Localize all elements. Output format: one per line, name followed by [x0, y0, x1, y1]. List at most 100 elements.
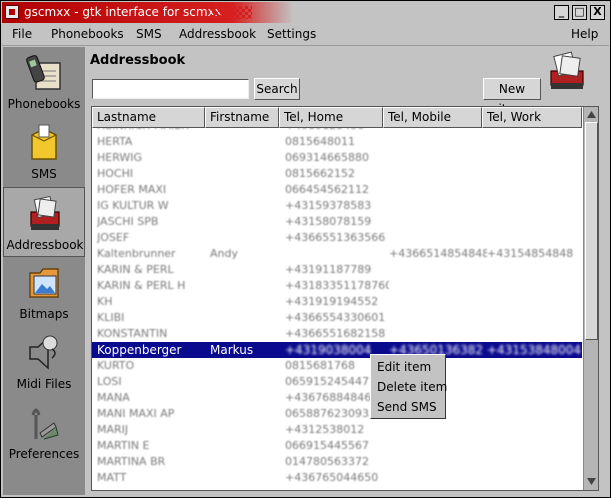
table-row[interactable]: MANI MAXI AP 065887623093 [92, 406, 582, 422]
table-row[interactable]: JASCHI SPB +43158078159 [92, 214, 582, 230]
titlebar-decoration [212, 6, 252, 19]
table-cell: 069314665880 [285, 151, 369, 164]
table-row[interactable]: KURTO 0815681768 [92, 358, 582, 374]
table-row[interactable]: MARTINA BR 014780563372 [92, 454, 582, 470]
table-cell: MARTIN E [97, 439, 150, 452]
sidebar-item-sms[interactable]: SMS [3, 117, 85, 187]
column-header-tel-home[interactable]: Tel, Home [279, 107, 383, 128]
column-header-firstname[interactable]: Firstname [205, 107, 279, 128]
preferences-tools-icon [31, 408, 59, 440]
table-row[interactable]: HERTA 0815648011 [92, 134, 582, 150]
table-row[interactable]: KLIBI +4366554330601 [92, 310, 582, 326]
search-button[interactable]: Search [254, 78, 300, 100]
table-cell: +4366554330601 [285, 311, 386, 324]
table-row[interactable]: Kaltenbrunner Andy +4366514854848 +43154854… [92, 246, 582, 262]
column-header-tel-mobile[interactable]: Tel, Mobile [383, 107, 482, 128]
table-cell: JASCHI SPB [97, 215, 159, 228]
table-cell: HOFER MAXI [97, 183, 167, 196]
close-button[interactable]: X [590, 5, 605, 20]
sidebar-item-phonebooks[interactable]: Phonebooks [3, 47, 85, 117]
menu-sms[interactable]: SMS [136, 27, 162, 41]
minimize-button[interactable]: _ [554, 5, 569, 20]
table-row[interactable]: MANA +4367688484665 [92, 390, 582, 406]
table-row[interactable]: MATT +436765044650 [92, 470, 582, 486]
table-cell: MARTINA BR [97, 455, 166, 468]
table-cell: +4366551363566 [285, 231, 386, 244]
table-cell: KARIN & PERL [97, 263, 174, 276]
scroll-thumb[interactable] [585, 122, 598, 340]
sidebar-item-label: Bitmaps [19, 307, 69, 321]
table-cell: KH [97, 295, 113, 308]
menu-bar: File Phonebooks SMS Addressbook Settings… [2, 23, 609, 46]
table-row[interactable]: KONSTANTIN +4366551682158 [92, 326, 582, 342]
table-cell: MANA [97, 391, 130, 404]
table-row[interactable]: KARIN & PERL H +43183351178760 [92, 278, 582, 294]
context-send-sms[interactable]: Send SMS [371, 397, 445, 417]
table-cell: +431919194552 [285, 295, 379, 308]
bitmap-folder-icon [29, 268, 59, 298]
new-item-button[interactable]: New item [483, 78, 541, 116]
list-rows: HEINRICH MAIER +4989123456 HERTA 0815648011… [92, 128, 582, 490]
table-cell: Koppenberger [97, 343, 182, 357]
scroll-down-icon[interactable] [585, 475, 598, 488]
sidebar-item-preferences[interactable]: Preferences [3, 397, 85, 467]
midi-speaker-icon [29, 335, 58, 370]
table-cell: +436765044650 [285, 471, 379, 484]
menu-settings[interactable]: Settings [267, 27, 316, 41]
table-row[interactable]: HOCHI 0815662152 [92, 166, 582, 182]
table-cell: 066915445567 [285, 439, 369, 452]
sidebar-item-label: Phonebooks [7, 97, 81, 111]
context-edit-item[interactable]: Edit item [371, 357, 445, 377]
table-cell: +4989123456 [285, 128, 389, 132]
menu-addressbook[interactable]: Addressbook [179, 27, 256, 41]
row-context-menu: Edit item Delete item Send SMS [370, 354, 447, 419]
table-row[interactable]: IG KULTUR W +43159378583 [92, 198, 582, 214]
table-cell: 014780563372 [285, 455, 369, 468]
sidebar: Phonebooks SMS Addressbook Bitmaps Midi … [3, 47, 85, 495]
table-cell: KONSTANTIN [97, 327, 168, 340]
app-window: gscmxx - gtk interface for scmxx _ □ X F… [0, 0, 611, 498]
table-cell: +4366514854848 [389, 247, 487, 260]
sidebar-item-label: Preferences [8, 447, 80, 461]
table-row[interactable]: KH +431919194552 [92, 294, 582, 310]
sidebar-item-label: SMS [31, 167, 57, 181]
table-row[interactable]: JOSEF +4366551363566 [92, 230, 582, 246]
table-row[interactable]: KARIN & PERL +43191187789 [92, 262, 582, 278]
table-row[interactable]: LOSI 0659152454471 [92, 374, 582, 390]
column-header-lastname[interactable]: Lastname [92, 107, 205, 128]
sidebar-item-bitmaps[interactable]: Bitmaps [3, 257, 85, 327]
phone-book-icon [26, 55, 61, 90]
sidebar-item-midi-files[interactable]: Midi Files [3, 327, 85, 397]
table-row[interactable]: HERWIG 069314665880 [92, 150, 582, 166]
address-book-icon [30, 195, 60, 230]
table-cell: +4312538012 [285, 423, 365, 436]
app-menu-icon[interactable] [5, 5, 19, 19]
table-cell: KARIN & PERL H [97, 279, 186, 292]
title-bar[interactable]: gscmxx - gtk interface for scmxx _ □ X [2, 2, 609, 23]
table-row[interactable]: Koppenberger Markus +4319038004 +4365013638… [92, 342, 582, 358]
table-cell: 0815648011 [285, 135, 355, 148]
scroll-up-icon[interactable] [585, 108, 598, 121]
maximize-button[interactable]: □ [572, 5, 587, 20]
table-cell: IG KULTUR W [97, 199, 169, 212]
table-row[interactable]: HOFER MAXI 066454562112 [92, 182, 582, 198]
search-input[interactable] [92, 79, 249, 99]
table-cell: +43153848004 [487, 343, 582, 357]
table-cell: KURTO [97, 359, 135, 372]
table-cell: +4366551682158 [285, 327, 386, 340]
list-header: Lastname Firstname Tel, Home Tel, Mobile… [92, 107, 582, 128]
menu-file[interactable]: File [12, 27, 32, 41]
table-row[interactable]: MARIJ +4312538012 [92, 422, 582, 438]
menu-phonebooks[interactable]: Phonebooks [51, 27, 124, 41]
table-cell: +43158078159 [285, 215, 372, 228]
vertical-scrollbar[interactable] [583, 107, 598, 490]
sidebar-item-addressbook[interactable]: Addressbook [3, 187, 85, 257]
table-row[interactable]: MARTIN E 066915445567 [92, 438, 582, 454]
column-header-tel-work[interactable]: Tel, Work [482, 107, 582, 128]
table-cell: JOSEF [97, 231, 130, 244]
context-delete-item[interactable]: Delete item [371, 377, 447, 397]
table-cell: +43183351178760 [285, 279, 389, 292]
address-list: Lastname Firstname Tel, Home Tel, Mobile… [91, 106, 599, 491]
table-cell: HEINRICH MAIER [97, 128, 209, 132]
menu-help[interactable]: Help [571, 27, 598, 41]
